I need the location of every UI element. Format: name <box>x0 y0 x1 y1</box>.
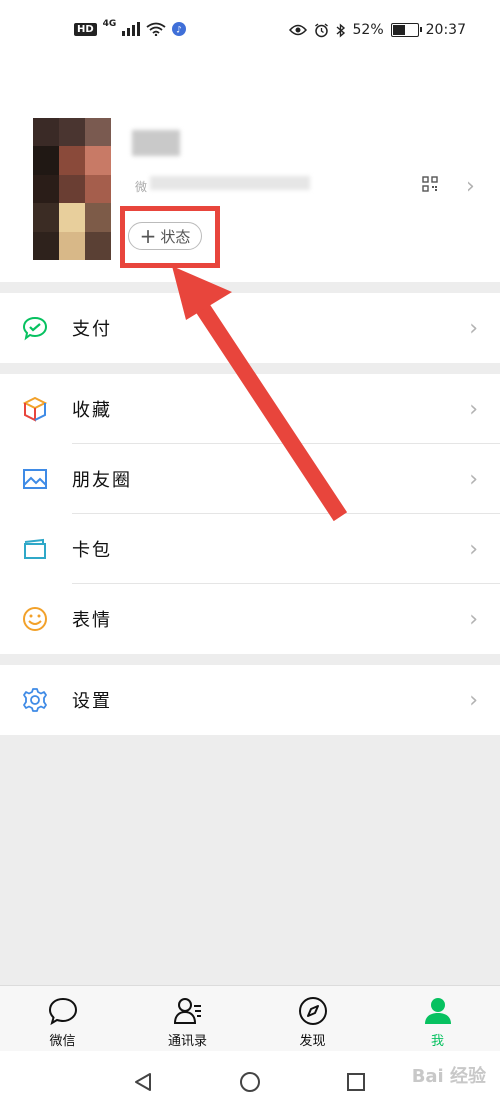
profile-header[interactable]: 微 › + 状态 <box>0 62 500 282</box>
wechat-id-blurred <box>150 176 310 190</box>
menu-item-pay[interactable]: 支付 › <box>0 293 500 363</box>
wifi-icon <box>146 22 166 36</box>
status-left: HD 4G ♪ <box>74 19 187 36</box>
chevron-right-icon: › <box>469 606 478 632</box>
tab-label: 发现 <box>299 1034 326 1049</box>
avatar[interactable] <box>33 118 111 260</box>
profile-chevron-icon[interactable]: › <box>466 174 475 199</box>
favorites-cube-icon <box>22 396 48 422</box>
status-bar: HD 4G ♪ 52% 20:37 <box>0 0 500 62</box>
alarm-icon <box>314 22 328 37</box>
person-icon <box>425 998 451 1024</box>
battery-percent: 52% <box>352 22 384 38</box>
signal-icon <box>122 22 141 36</box>
battery-icon <box>390 23 422 37</box>
bottom-tab-bar: 微信 通讯录 发现 我 <box>0 985 500 1052</box>
back-triangle-icon[interactable] <box>132 1071 154 1093</box>
highlight-box <box>120 206 220 268</box>
tab-discover[interactable]: 发现 <box>250 986 375 1052</box>
music-app-icon: ♪ <box>172 22 187 36</box>
menu-item-favorites[interactable]: 收藏 › <box>0 374 500 444</box>
stickers-smile-icon <box>23 607 47 631</box>
menu-label-settings: 设置 <box>72 691 112 712</box>
watermark: Bai 经验 <box>411 1066 486 1087</box>
network-label: 4G <box>102 19 117 29</box>
chevron-right-icon: › <box>469 396 478 422</box>
svg-text:♪: ♪ <box>176 26 182 36</box>
hd-badge: HD <box>74 22 97 36</box>
compass-icon <box>299 997 327 1025</box>
features-group: 收藏 › 朋友圈 › 卡包 › 表情 › <box>0 374 500 654</box>
settings-gear-icon <box>23 688 47 712</box>
bluetooth-icon <box>336 22 345 38</box>
eye-icon <box>288 24 307 36</box>
chat-bubble-icon <box>48 997 78 1026</box>
cards-wallet-icon <box>24 538 46 559</box>
tab-me[interactable]: 我 <box>375 986 500 1052</box>
recents-square-icon[interactable] <box>345 1071 367 1093</box>
contacts-icon <box>173 998 201 1024</box>
menu-item-stickers[interactable]: 表情 › <box>0 584 500 654</box>
tab-chats[interactable]: 微信 <box>0 986 125 1052</box>
nickname-blurred <box>132 130 180 156</box>
tab-label: 通讯录 <box>167 1034 207 1049</box>
chevron-right-icon: › <box>469 315 478 341</box>
home-circle-icon[interactable] <box>239 1071 261 1093</box>
clock: 20:37 <box>425 22 466 38</box>
qr-code-icon[interactable] <box>422 176 438 192</box>
tab-label: 我 <box>430 1034 444 1049</box>
moments-image-icon <box>23 469 47 489</box>
menu-label-pay: 支付 <box>72 319 112 340</box>
tab-contacts[interactable]: 通讯录 <box>125 986 250 1052</box>
menu-item-settings[interactable]: 设置 › <box>0 665 500 735</box>
pay-group: 支付 › <box>0 293 500 363</box>
tab-label: 微信 <box>49 1034 76 1049</box>
chevron-right-icon: › <box>469 466 478 492</box>
settings-group: 设置 › <box>0 665 500 735</box>
menu-label-favorites: 收藏 <box>72 400 112 421</box>
menu-item-cards[interactable]: 卡包 › <box>0 514 500 584</box>
menu-item-moments[interactable]: 朋友圈 › <box>0 444 500 514</box>
chevron-right-icon: › <box>469 536 478 562</box>
pay-icon <box>22 316 48 341</box>
wechat-id-prefix: 微 <box>135 180 148 194</box>
menu-label-moments: 朋友圈 <box>72 470 132 491</box>
menu-label-stickers: 表情 <box>72 610 112 631</box>
menu-label-cards: 卡包 <box>72 540 112 561</box>
chevron-right-icon: › <box>469 687 478 713</box>
status-right: 52% 20:37 <box>288 22 466 38</box>
